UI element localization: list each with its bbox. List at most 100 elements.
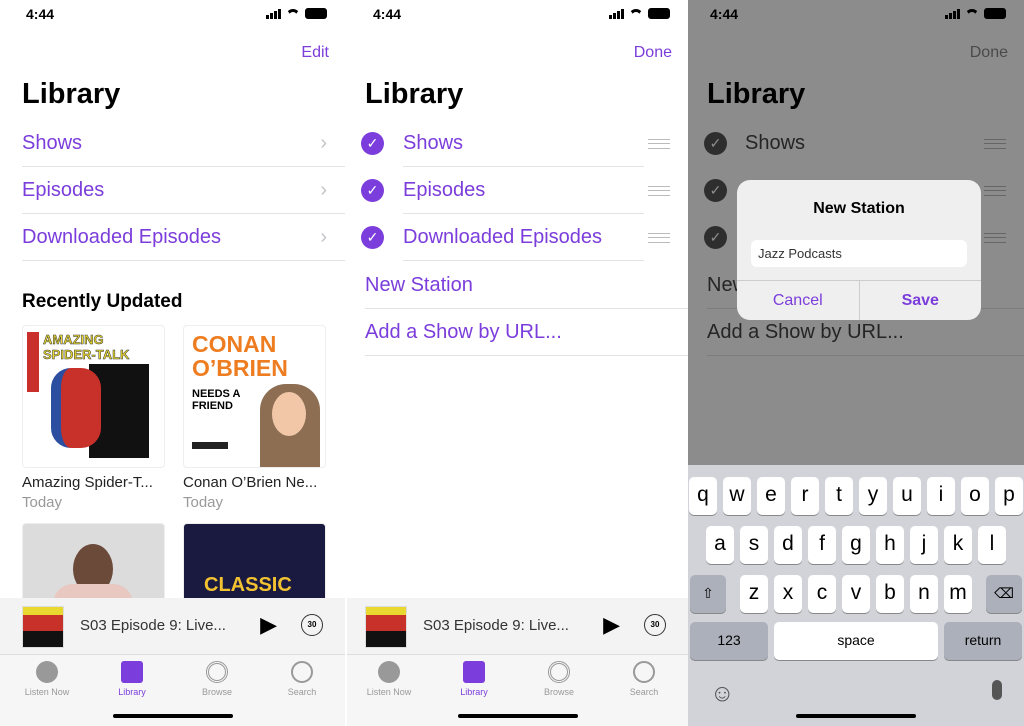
drag-handle-icon[interactable] [648,186,670,196]
now-playing-artwork [22,606,64,648]
key-q[interactable]: q [689,477,717,515]
show-updated: Today [183,494,224,511]
key-z[interactable]: z [740,575,768,613]
space-key[interactable]: space [774,622,938,660]
show-title[interactable]: Amazing Spider-T... [22,474,153,491]
tab-search[interactable]: Search [609,661,679,697]
done-button[interactable]: Done [970,44,1008,62]
item-label: Shows [22,132,83,154]
library-item-shows[interactable]: ✓ Shows [361,120,688,167]
key-m[interactable]: m [944,575,972,613]
key-x[interactable]: x [774,575,802,613]
key-h[interactable]: h [876,526,904,564]
tab-listen-now[interactable]: Listen Now [12,661,82,697]
mini-player[interactable]: S03 Episode 9: Live... ▶ 30 [347,598,688,655]
key-y[interactable]: y [859,477,887,515]
shift-key[interactable]: ⇧ [690,575,726,613]
checkmark-icon[interactable]: ✓ [361,179,384,202]
key-s[interactable]: s [740,526,768,564]
drag-handle-icon[interactable] [984,233,1006,243]
library-icon [463,661,485,683]
show-artwork-conan[interactable]: CONAN O’BRIEN NEEDS A FRIEND [183,325,326,468]
key-w[interactable]: w [723,477,751,515]
show-artwork-spider-talk[interactable]: AMAZING SPIDER-TALK [22,325,165,468]
library-item-shows[interactable]: Shows › [22,120,345,167]
drag-handle-icon[interactable] [984,139,1006,149]
key-p[interactable]: p [995,477,1023,515]
checkmark-icon[interactable]: ✓ [361,226,384,249]
new-station-screen: 4:44 Done Library ✓Shows ✓Episodes ✓Down… [688,0,1024,726]
key-g[interactable]: g [842,526,870,564]
library-screen: 4:44 Edit Library Shows › Episodes › Downl… [0,0,345,726]
library-item-downloaded[interactable]: Downloaded Episodes › [22,214,345,261]
save-button[interactable]: Save [858,281,982,320]
key-t[interactable]: t [825,477,853,515]
key-j[interactable]: j [910,526,938,564]
tab-library[interactable]: Library [439,661,509,697]
key-e[interactable]: e [757,477,785,515]
battery-icon [984,8,1006,19]
emoji-icon[interactable]: ☺ [710,680,735,708]
play-icon[interactable]: ▶ [260,612,277,638]
play-icon[interactable]: ▶ [603,612,620,638]
drag-handle-icon[interactable] [984,186,1006,196]
delete-key[interactable]: ⌫ [986,575,1022,613]
numbers-key[interactable]: 123 [690,622,768,660]
tab-search[interactable]: Search [267,661,337,697]
skip-forward-30-icon[interactable]: 30 [301,614,323,636]
play-circle-icon [378,661,400,683]
key-l[interactable]: l [978,526,1006,564]
item-label: Downloaded Episodes [403,226,603,248]
key-k[interactable]: k [944,526,972,564]
show-title[interactable]: Conan O’Brien Ne... [183,474,317,491]
key-d[interactable]: d [774,526,802,564]
now-playing-title[interactable]: S03 Episode 9: Live... [80,617,226,634]
tab-library[interactable]: Library [97,661,167,697]
library-item-downloaded[interactable]: ✓ Downloaded Episodes [361,214,688,261]
podcast-icon [548,661,570,683]
show-updated: Today [22,494,63,511]
checkmark-icon[interactable]: ✓ [704,179,727,202]
key-n[interactable]: n [910,575,938,613]
drag-handle-icon[interactable] [648,233,670,243]
checkmark-icon[interactable]: ✓ [704,226,727,249]
new-station-item[interactable]: New Station [365,262,688,309]
cancel-button[interactable]: Cancel [737,281,859,320]
chevron-right-icon: › [320,226,327,248]
checkmark-icon[interactable]: ✓ [704,132,727,155]
done-button[interactable]: Done [634,44,672,62]
key-o[interactable]: o [961,477,989,515]
key-b[interactable]: b [876,575,904,613]
tab-browse[interactable]: Browse [182,661,252,697]
station-name-input[interactable] [751,240,967,267]
key-v[interactable]: v [842,575,870,613]
key-r[interactable]: r [791,477,819,515]
tab-browse[interactable]: Browse [524,661,594,697]
key-c[interactable]: c [808,575,836,613]
item-label: Add a Show by URL... [707,321,904,343]
now-playing-title[interactable]: S03 Episode 9: Live... [423,617,569,634]
checkmark-icon[interactable]: ✓ [361,132,384,155]
tab-listen-now[interactable]: Listen Now [354,661,424,697]
key-f[interactable]: f [808,526,836,564]
add-show-by-url-item[interactable]: Add a Show by URL... [365,309,688,356]
key-u[interactable]: u [893,477,921,515]
library-item-episodes[interactable]: Episodes › [22,167,345,214]
tab-label: Browse [543,687,574,697]
tab-label: Listen Now [366,687,412,697]
key-i[interactable]: i [927,477,955,515]
tab-label: Listen Now [24,687,70,697]
drag-handle-icon[interactable] [648,139,670,149]
microphone-icon[interactable] [992,680,1002,700]
library-item-episodes[interactable]: ✓ Episodes [361,167,688,214]
library-item-shows[interactable]: ✓ Shows [704,120,1024,167]
key-a[interactable]: a [706,526,734,564]
edit-button[interactable]: Edit [301,44,329,62]
mini-player[interactable]: S03 Episode 9: Live... ▶ 30 [0,598,345,655]
page-title: Library [707,78,806,110]
podcast-icon [206,661,228,683]
skip-forward-30-icon[interactable]: 30 [644,614,666,636]
dialog-title: New Station [813,200,905,217]
item-label: Downloaded Episodes [22,226,222,248]
return-key[interactable]: return [944,622,1022,660]
